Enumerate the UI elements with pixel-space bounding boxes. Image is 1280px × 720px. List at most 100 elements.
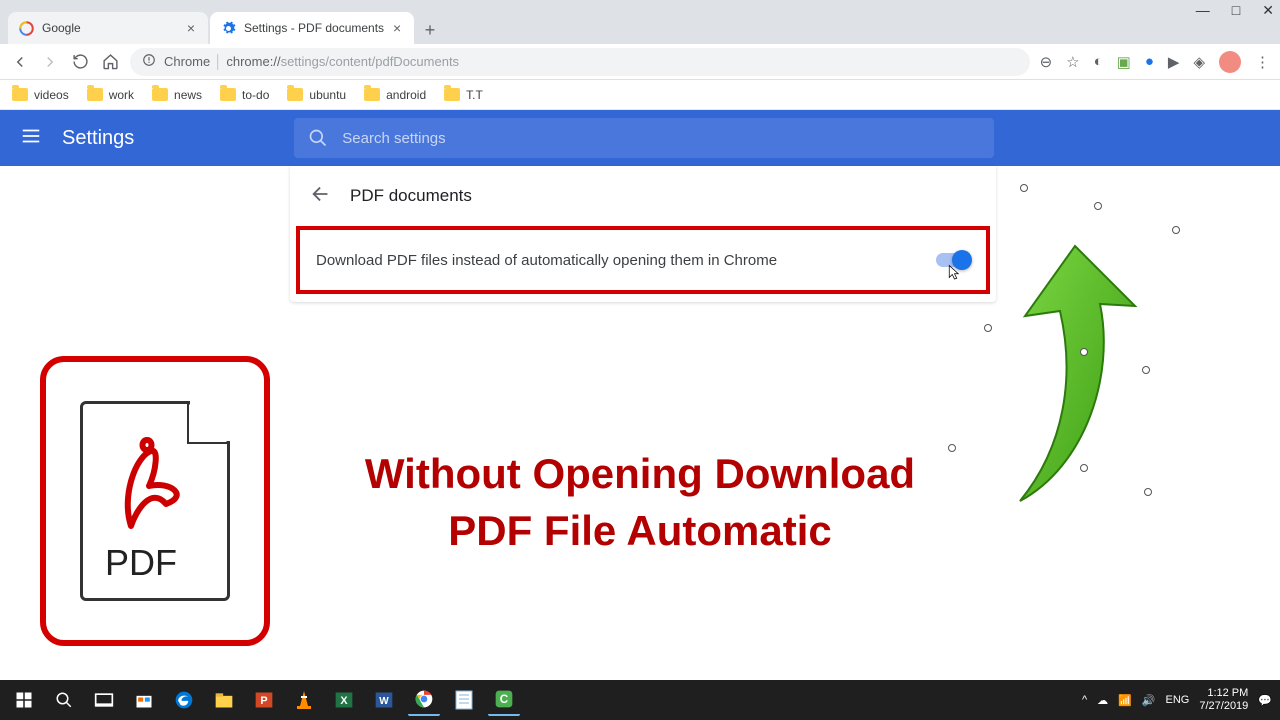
bookmark-work[interactable]: work [87, 88, 134, 102]
bookmark-label: android [386, 88, 426, 102]
svg-text:P: P [260, 695, 267, 707]
camtasia-icon[interactable]: C [488, 684, 520, 716]
cursor-icon [944, 264, 962, 282]
time: 1:12 PM [1199, 687, 1248, 700]
home-button[interactable] [100, 52, 120, 72]
tab-strip: Google × Settings - PDF documents × + — … [0, 8, 1280, 44]
file-outline-icon: PDF [80, 401, 230, 601]
bookmark-label: news [174, 88, 202, 102]
app-title: Settings [62, 127, 134, 150]
hamburger-icon[interactable] [20, 125, 42, 152]
new-tab-button[interactable]: + [416, 16, 444, 44]
bookmark-news[interactable]: news [152, 88, 202, 102]
setting-label: Download PDF files instead of automatica… [316, 252, 777, 269]
language-indicator[interactable]: ENG [1166, 694, 1190, 706]
pdf-download-setting[interactable]: Download PDF files instead of automatica… [296, 226, 990, 294]
tab-label: Google [42, 21, 178, 35]
bookmark-to-do[interactable]: to-do [220, 88, 269, 102]
toolbar-icons: ⊖ ☆ ◐ ▣ ● ▶ ◈ ⋮ [1040, 51, 1270, 73]
extension-icon-1[interactable]: ◐ [1094, 53, 1103, 70]
bookmark-android[interactable]: android [364, 88, 426, 102]
caption-line-1: Without Opening Download [330, 446, 950, 503]
network-icon[interactable]: 📶 [1118, 694, 1132, 707]
folder-icon [364, 88, 380, 101]
volume-icon[interactable]: 🔊 [1142, 694, 1156, 707]
task-view-button[interactable] [88, 684, 120, 716]
close-button[interactable]: ✕ [1262, 2, 1274, 19]
panel-heading: PDF documents [350, 186, 472, 206]
selection-handle [1142, 366, 1150, 374]
svg-text:C: C [500, 693, 509, 706]
onedrive-icon[interactable]: ☁ [1097, 694, 1108, 707]
search-button[interactable] [48, 684, 80, 716]
bookmark-label: to-do [242, 88, 269, 102]
bookmark-label: videos [34, 88, 69, 102]
extension-icon-4[interactable]: ▶ [1168, 53, 1180, 71]
back-button[interactable] [10, 52, 30, 72]
settings-panel: PDF documents Download PDF files instead… [290, 166, 996, 302]
start-button[interactable] [8, 684, 40, 716]
folder-icon [87, 88, 103, 101]
file-explorer-icon[interactable] [208, 684, 240, 716]
profile-avatar[interactable] [1219, 51, 1241, 73]
maximize-button[interactable]: □ [1232, 2, 1240, 19]
selection-handle [1144, 488, 1152, 496]
back-arrow-icon[interactable] [310, 183, 332, 210]
selection-handle [1080, 464, 1088, 472]
minimize-button[interactable]: — [1196, 2, 1210, 19]
url-app: Chrome [164, 54, 210, 69]
folder-icon [152, 88, 168, 101]
edge-icon[interactable] [168, 684, 200, 716]
pdf-file-icon: PDF [40, 356, 270, 646]
caption-line-2: PDF File Automatic [330, 503, 950, 560]
settings-header: Settings Search settings [0, 110, 1280, 166]
pdf-label: PDF [105, 542, 177, 584]
panel-header: PDF documents [290, 166, 996, 226]
taskbar: P X W C ^ ☁ 📶 🔊 ENG 1:12 PM 7/27/2019 💬 [0, 680, 1280, 720]
bookmark-ubuntu[interactable]: ubuntu [287, 88, 346, 102]
tab-google[interactable]: Google × [8, 12, 208, 44]
forward-button[interactable] [40, 52, 60, 72]
notepad-icon[interactable] [448, 684, 480, 716]
tab-settings[interactable]: Settings - PDF documents × [210, 12, 414, 44]
bookmark-videos[interactable]: videos [12, 88, 69, 102]
search-placeholder: Search settings [342, 130, 445, 147]
star-icon[interactable]: ☆ [1066, 53, 1079, 71]
selection-handle [984, 324, 992, 332]
notifications-icon[interactable]: 💬 [1258, 694, 1272, 707]
bookmark-label: work [109, 88, 134, 102]
site-info-icon [142, 53, 156, 70]
menu-icon[interactable]: ⋮ [1255, 53, 1270, 71]
content-area: PDF documents Download PDF files instead… [0, 166, 1280, 680]
system-tray: ^ ☁ 📶 🔊 ENG 1:12 PM 7/27/2019 💬 [1082, 687, 1272, 713]
google-favicon [18, 20, 34, 36]
bookmark-tt[interactable]: T.T [444, 88, 483, 102]
folder-icon [12, 88, 28, 101]
url-host: chrome:// [226, 54, 280, 69]
omnibox[interactable]: Chrome │ chrome://settings/content/pdfDo… [130, 48, 1030, 76]
gear-favicon [220, 20, 236, 36]
tray-chevron-icon[interactable]: ^ [1082, 694, 1087, 706]
selection-handle [948, 444, 956, 452]
extension-icon-5[interactable]: ◈ [1193, 53, 1205, 71]
close-icon[interactable]: × [390, 21, 404, 35]
chrome-icon[interactable] [408, 684, 440, 716]
zoom-icon[interactable]: ⊖ [1040, 53, 1053, 71]
url-path: settings/content/pdfDocuments [281, 54, 460, 69]
vlc-icon[interactable] [288, 684, 320, 716]
excel-icon[interactable]: X [328, 684, 360, 716]
folder-icon [444, 88, 460, 101]
powerpoint-icon[interactable]: P [248, 684, 280, 716]
address-bar: Chrome │ chrome://settings/content/pdfDo… [0, 44, 1280, 80]
reload-button[interactable] [70, 52, 90, 72]
close-icon[interactable]: × [184, 21, 198, 35]
clock[interactable]: 1:12 PM 7/27/2019 [1199, 687, 1248, 713]
extension-icon-2[interactable]: ▣ [1117, 53, 1131, 71]
extension-icon-3[interactable]: ● [1145, 53, 1154, 70]
svg-text:W: W [379, 696, 389, 707]
store-icon[interactable] [128, 684, 160, 716]
word-icon[interactable]: W [368, 684, 400, 716]
adobe-logo-icon [111, 426, 201, 536]
search-settings-input[interactable]: Search settings [294, 118, 994, 158]
selection-handle [1020, 184, 1028, 192]
